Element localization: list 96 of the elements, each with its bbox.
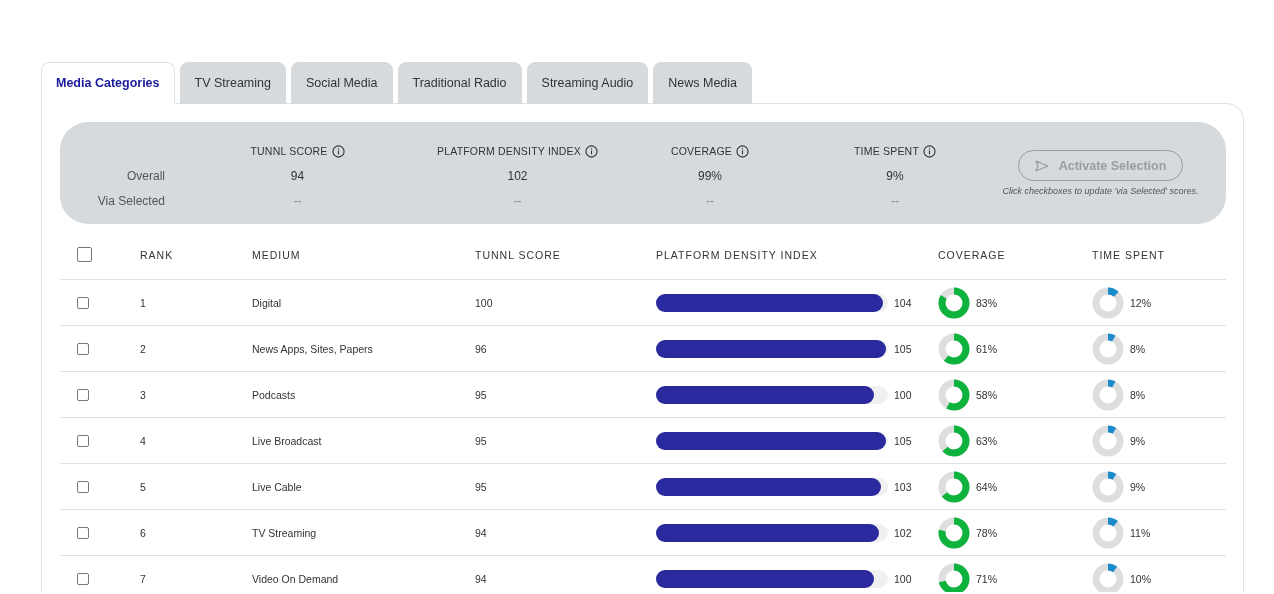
column-header[interactable]: RANK [140, 248, 252, 261]
coverage-donut [938, 286, 970, 319]
table-cell: 100 [894, 572, 912, 585]
table-cell-text: 7 [140, 572, 147, 585]
coverage-donut [938, 378, 970, 411]
table-cell-text: Live Broadcast [252, 434, 323, 447]
coverage-donut [938, 424, 970, 457]
table-cell-text: Live Cable [252, 480, 303, 493]
metric-label: COVERAGE [670, 145, 733, 157]
table-cell: 61% [976, 342, 997, 355]
info-icon[interactable] [331, 144, 345, 158]
metric-value: 9% [886, 169, 904, 183]
table-cell: 58% [976, 388, 997, 401]
column-header[interactable]: PLATFORM DENSITY INDEX [656, 248, 938, 261]
table-cell: 100 [894, 388, 912, 401]
table-cell-text: 96 [475, 342, 488, 355]
row-checkbox[interactable] [77, 342, 89, 355]
table-cell-text: TV Streaming [252, 526, 318, 539]
table-cell-text: 3 [140, 388, 147, 401]
time-spent-donut [1092, 562, 1124, 592]
metric-value: -- [891, 194, 899, 208]
table-cell: 105 [894, 342, 912, 355]
table-cell: 105 [894, 434, 912, 447]
table-cell: 8% [1130, 388, 1146, 401]
row-checkbox[interactable] [77, 388, 89, 401]
table-cell-text: Digital [252, 296, 283, 309]
coverage-donut [938, 516, 970, 549]
table-cell: 64% [976, 480, 997, 493]
row-checkbox[interactable] [77, 526, 89, 539]
tab[interactable]: Streaming Audio [526, 62, 649, 104]
table-cell: 63% [976, 434, 997, 447]
table-cell: 12% [1130, 296, 1151, 309]
info-icon[interactable] [923, 144, 936, 158]
info-icon[interactable] [736, 144, 750, 158]
coverage-donut [938, 470, 970, 503]
column-header[interactable]: TUNNL SCORE [475, 248, 656, 261]
table-cell-text: 5 [140, 480, 147, 493]
metric-value: 99% [698, 169, 722, 183]
coverage-donut [938, 562, 970, 592]
time-spent-donut [1092, 470, 1124, 503]
table-cell: 10% [1130, 572, 1151, 585]
table-cell: 104 [894, 296, 912, 309]
metric-value: -- [513, 194, 522, 208]
tab[interactable]: Media Categories [41, 62, 175, 104]
metric-label: TIME SPENT [854, 145, 919, 157]
table-cell-text: 4 [140, 434, 147, 447]
tab[interactable]: TV Streaming [179, 62, 286, 104]
send-icon [1034, 159, 1049, 172]
tab[interactable]: Traditional Radio [397, 62, 522, 104]
hint-text: Click checkboxes to update 'via Selected' scores. [1002, 186, 1199, 196]
info-icon[interactable] [585, 144, 598, 158]
table-cell-text: Video On Demand [252, 572, 340, 585]
metric-label: PLATFORM DENSITY INDEX [436, 145, 581, 157]
table-cell-text: 95 [475, 388, 488, 401]
metric-value: -- [706, 194, 714, 208]
table-cell: 9% [1130, 434, 1146, 447]
table-cell-text: 6 [140, 526, 147, 539]
table-cell-text: 95 [475, 434, 488, 447]
metric-value: 102 [507, 169, 528, 183]
row-checkbox[interactable] [77, 296, 89, 309]
row-label: Via Selected [97, 194, 165, 208]
column-header[interactable]: COVERAGE [938, 248, 1092, 261]
row-checkbox[interactable] [77, 480, 89, 493]
time-spent-donut [1092, 424, 1124, 457]
table-cell: 78% [976, 526, 997, 539]
column-header[interactable]: MEDIUM [252, 248, 475, 261]
table-cell-text: 2 [140, 342, 147, 355]
table-cell-text: 100 [475, 296, 494, 309]
time-spent-donut [1092, 378, 1124, 411]
time-spent-donut [1092, 332, 1124, 365]
row-checkbox[interactable] [77, 434, 89, 447]
table-cell: 8% [1130, 342, 1146, 355]
table-cell-text: 94 [475, 572, 488, 585]
coverage-donut [938, 332, 970, 365]
time-spent-donut [1092, 286, 1124, 319]
select-all-checkbox[interactable] [77, 247, 92, 262]
metric-value: -- [293, 194, 302, 208]
metric-label: TUNNL SCORE [250, 145, 328, 157]
table-cell-text: 1 [140, 296, 147, 309]
table-cell-text: 95 [475, 480, 488, 493]
table-cell: 11% [1130, 526, 1151, 539]
row-checkbox[interactable] [77, 572, 89, 585]
table-cell-text: News Apps, Sites, Papers [252, 342, 374, 355]
column-header[interactable]: TIME SPENT [1092, 248, 1226, 261]
metric-value: 94 [290, 169, 305, 183]
tab[interactable]: News Media [653, 62, 753, 104]
time-spent-donut [1092, 516, 1124, 549]
table-cell: 103 [894, 480, 912, 493]
row-label: Overall [127, 169, 165, 183]
table-cell: 71% [976, 572, 997, 585]
table-cell-text: Podcasts [252, 388, 297, 401]
table-cell: 102 [894, 526, 912, 539]
tab[interactable]: Social Media [290, 62, 393, 104]
table-cell: 9% [1130, 480, 1146, 493]
table-cell-text: 94 [475, 526, 488, 539]
table-cell: 83% [976, 296, 997, 309]
